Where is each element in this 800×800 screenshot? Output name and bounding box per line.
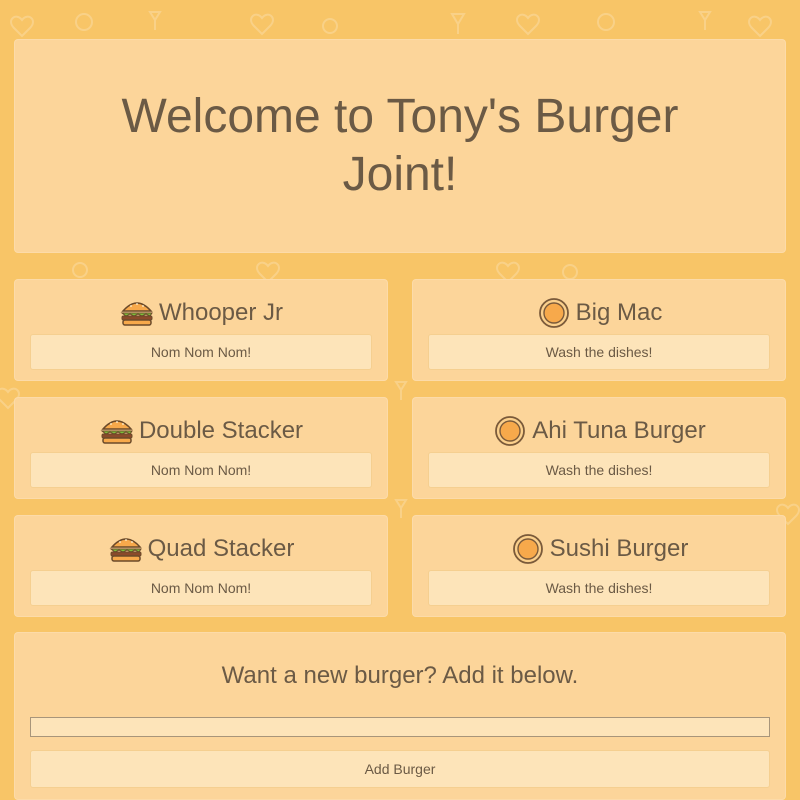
burger-name: Ahi Tuna Burger xyxy=(532,417,706,444)
page-title: Welcome to Tony's Burger Joint! xyxy=(121,90,679,201)
burger-name: Whooper Jr xyxy=(158,299,284,326)
burger-card-ahi-tuna-burger: Ahi Tuna Burger Wash the dishes! xyxy=(412,397,786,499)
empty-plate-icon xyxy=(536,297,572,329)
empty-plate-icon xyxy=(492,415,528,447)
devour-button[interactable]: Nom Nom Nom! xyxy=(30,452,372,488)
burger-icon xyxy=(108,533,144,565)
devour-button[interactable]: Nom Nom Nom! xyxy=(30,334,372,370)
burger-icon xyxy=(119,297,155,329)
burger-card-quad-stacker: Quad Stacker Nom Nom Nom! xyxy=(14,515,388,617)
burger-card-double-stacker: Double Stacker Nom Nom Nom! xyxy=(14,397,388,499)
burger-card-sushi-burger: Sushi Burger Wash the dishes! xyxy=(412,515,786,617)
add-burger-button[interactable]: Add Burger xyxy=(30,750,770,788)
burger-title: Big Mac xyxy=(412,297,786,329)
burger-title: Quad Stacker xyxy=(14,533,388,565)
burger-name: Big Mac xyxy=(575,299,663,326)
wash-dishes-button[interactable]: Wash the dishes! xyxy=(428,334,770,370)
burger-title: Whooper Jr xyxy=(14,297,388,329)
devour-button[interactable]: Nom Nom Nom! xyxy=(30,570,372,606)
burger-name: Quad Stacker xyxy=(147,535,295,562)
burger-icon xyxy=(99,415,135,447)
burger-card-big-mac: Big Mac Wash the dishes! xyxy=(412,279,786,381)
add-burger-form: Want a new burger? Add it below. Add Bur… xyxy=(14,632,786,800)
wash-dishes-button[interactable]: Wash the dishes! xyxy=(428,570,770,606)
burger-title: Sushi Burger xyxy=(412,533,786,565)
burger-title: Ahi Tuna Burger xyxy=(412,415,786,447)
burger-card-whooper-jr: Whooper Jr Nom Nom Nom! xyxy=(14,279,388,381)
burger-name-input[interactable] xyxy=(30,717,770,737)
burger-name: Double Stacker xyxy=(138,417,304,444)
wash-dishes-button[interactable]: Wash the dishes! xyxy=(428,452,770,488)
empty-plate-icon xyxy=(510,533,546,565)
burger-name: Sushi Burger xyxy=(549,535,689,562)
header-jumbotron: Welcome to Tony's Burger Joint! xyxy=(14,39,786,253)
add-burger-prompt: Want a new burger? Add it below. xyxy=(221,662,579,689)
burger-title: Double Stacker xyxy=(14,415,388,447)
